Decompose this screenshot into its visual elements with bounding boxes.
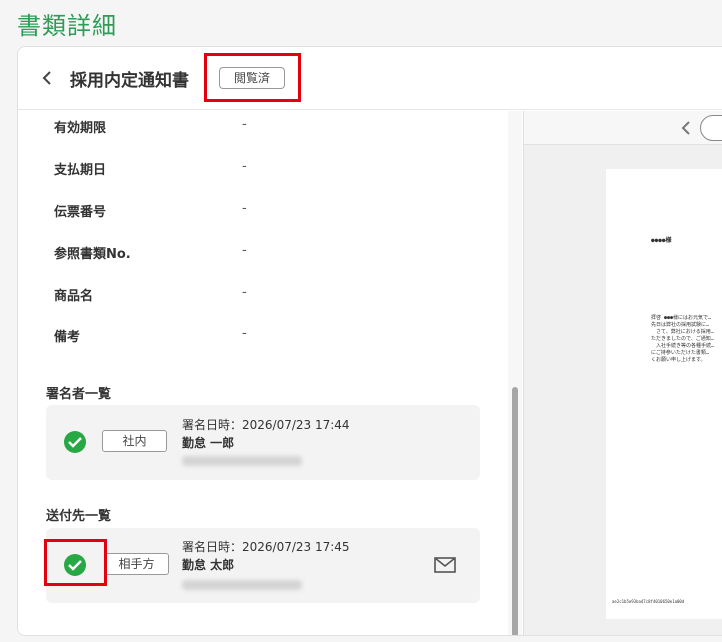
mail-icon[interactable] — [434, 557, 456, 573]
field-value-reference-no: - — [242, 243, 247, 258]
preview-addressee: ●●●●様 — [651, 237, 672, 244]
signer-role-badge: 社内 — [102, 430, 167, 452]
card-header: 採用内定通知書 閲覧済 — [18, 47, 722, 110]
back-arrow-icon[interactable] — [40, 68, 54, 88]
field-value-expiry: - — [242, 117, 247, 132]
field-label-slip-number: 伝票番号 — [54, 205, 107, 220]
check-highlight-box — [44, 539, 107, 586]
status-highlight-box: 閲覧済 — [204, 53, 301, 102]
document-info-pane[interactable]: 有効期限 - 支払期日 - 伝票番号 - 参照書類No. - 商品名 - 備考 … — [18, 111, 522, 635]
preview-body-line: にご持参いただけた書類… — [651, 350, 709, 356]
status-badge: 閲覧済 — [219, 67, 285, 89]
page-selector[interactable] — [700, 115, 722, 141]
field-value-payment-due: - — [242, 159, 247, 174]
page-title: 書類詳細 — [17, 12, 117, 40]
signer-email-redacted — [182, 456, 302, 466]
field-label-expiry: 有効期限 — [54, 121, 107, 136]
preview-body-line: ただきましたので、ご通知… — [651, 336, 714, 342]
document-title: 採用内定通知書 — [70, 71, 189, 91]
preview-toolbar — [524, 111, 722, 145]
preview-footer-hash: ae2c1b5e93ba47c8f4010650e1a00d — [612, 599, 685, 604]
chevron-left-icon[interactable] — [681, 120, 691, 135]
recipient-name: 勤怠 太郎 — [182, 558, 235, 572]
field-label-product-name: 商品名 — [54, 289, 94, 304]
field-label-reference-no: 参照書類No. — [54, 247, 131, 262]
scrollbar-thumb[interactable] — [512, 387, 518, 635]
field-value-product-name: - — [242, 285, 247, 300]
recipient-item: 相手方 署名日時：2026/07/23 17:45 勤怠 太郎 — [46, 528, 480, 603]
signers-section-title: 署名者一覧 — [46, 387, 112, 402]
field-value-slip-number: - — [242, 201, 247, 216]
recipient-email-redacted — [182, 580, 302, 590]
preview-body-line: さて、弊社における採用… — [651, 329, 714, 335]
signer-name: 勤怠 一郎 — [182, 436, 235, 450]
preview-body-line: 入社手続き等の各種手続… — [651, 343, 715, 349]
preview-body-line: くお願い申し上げます。 — [651, 357, 706, 363]
document-preview-page: ●●●●様 採 拝啓 ●●●様にはお元気で… 先日は弊社の採用試験に… さて、弊… — [606, 169, 722, 619]
recipient-role-badge: 相手方 — [104, 553, 169, 575]
field-value-remarks: - — [242, 326, 247, 341]
preview-body-line: 拝啓 ●●●様にはお元気で… — [651, 315, 712, 321]
field-label-remarks: 備考 — [54, 330, 81, 345]
signer-item: 社内 署名日時：2026/07/23 17:44 勤怠 一郎 — [46, 405, 480, 480]
document-detail-card: 採用内定通知書 閲覧済 有効期限 - 支払期日 - 伝票番号 - 参照書類No.… — [17, 46, 722, 636]
document-preview-pane: ●●●●様 採 拝啓 ●●●様にはお元気で… 先日は弊社の採用試験に… さて、弊… — [523, 111, 722, 635]
signer-signed-date: 署名日時：2026/07/23 17:44 — [182, 418, 350, 432]
signed-check-icon — [64, 431, 86, 453]
recipient-signed-date: 署名日時：2026/07/23 17:45 — [182, 540, 350, 554]
field-label-payment-due: 支払期日 — [54, 163, 107, 178]
recipients-section-title: 送付先一覧 — [46, 509, 112, 524]
preview-body-line: 先日は弊社の採用試験に… — [651, 322, 710, 328]
